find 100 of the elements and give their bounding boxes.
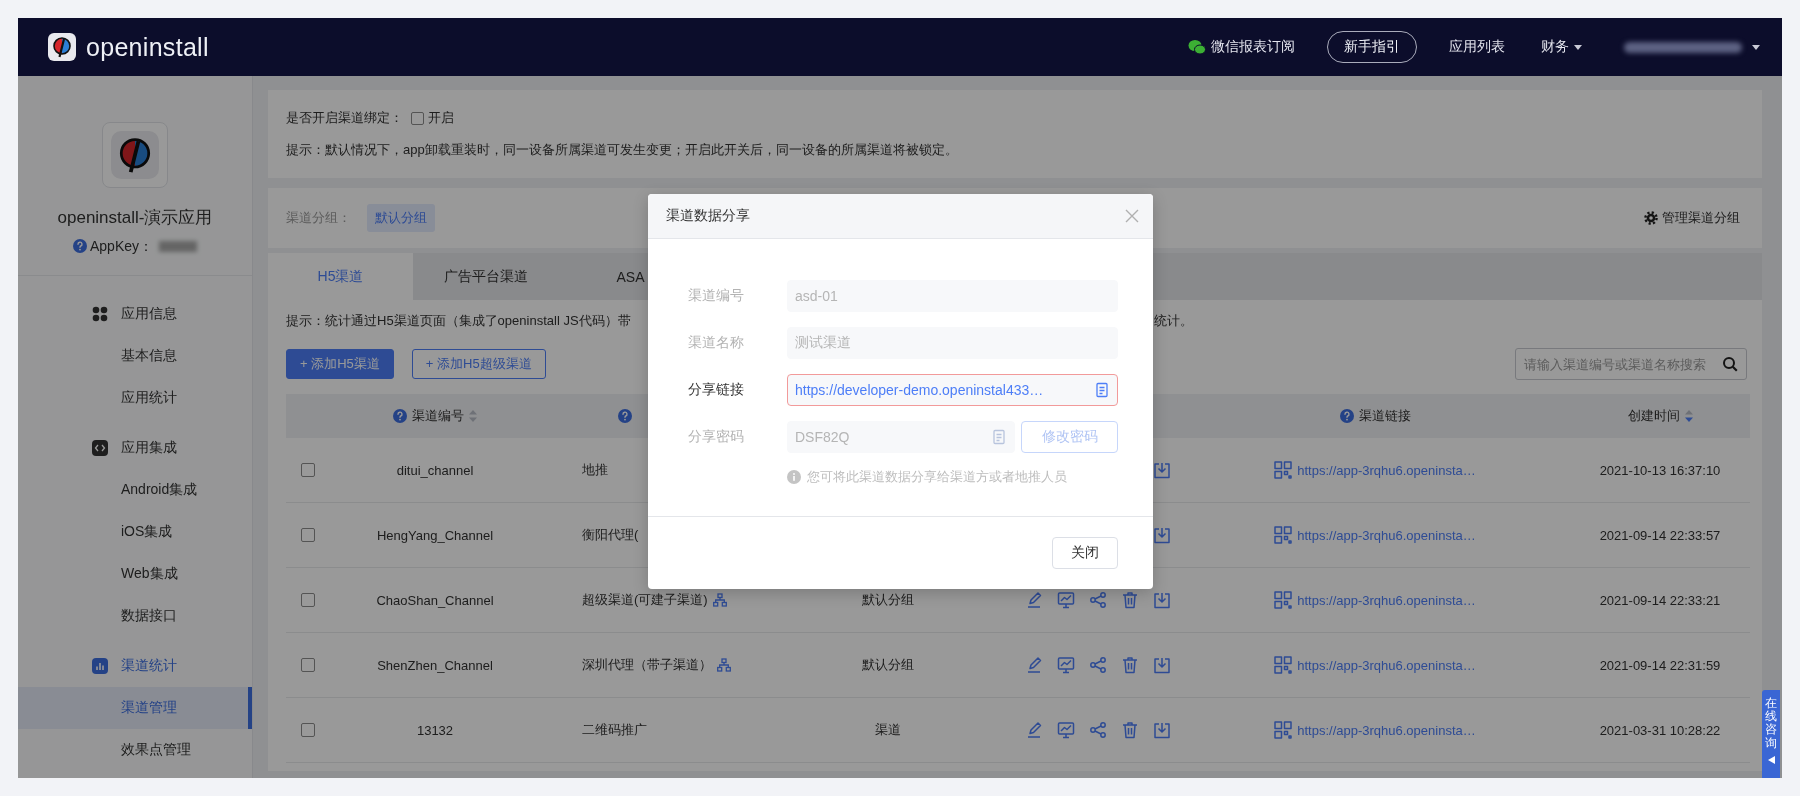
help-icon[interactable] [1339,409,1354,423]
channel-name: 超级渠道(可建子渠道) [582,591,708,609]
caret-icon[interactable] [1752,44,1760,50]
download-icon[interactable] [1153,721,1171,739]
bar-chart-icon [92,658,108,674]
download-icon[interactable] [1153,526,1171,544]
hint-text: 提示：统计通过H5渠道页面（集成了openinstall JS代码）带 [286,312,632,330]
field-label: 渠道编号 [688,287,745,305]
channel-link[interactable]: https://app-3rqhu6.openinsta… [1297,722,1476,738]
binding-hint: 提示：默认情况下，app卸载重装时，同一设备所属渠道可发生变更；开启此开关后，同一设备的所属渠道将被锁定。 [286,141,959,159]
download-icon[interactable] [1153,656,1171,674]
help-icon[interactable] [393,409,407,423]
chart-icon[interactable] [1057,721,1075,739]
qr-code-icon[interactable] [1274,656,1293,674]
copy-icon[interactable] [1094,382,1110,398]
gear-icon [1644,211,1658,225]
blurred-text [159,240,197,252]
wechat-report-link[interactable]: 微信报表订阅 [1188,38,1295,56]
created-time: 2021-09-14 22:33:57 [1599,527,1721,543]
menu-item[interactable]: 渠道管理 [18,687,252,729]
add-channel-button[interactable]: + 添加H5渠道 [286,349,394,379]
group-tag[interactable]: 默认分组 [367,204,435,232]
channel-group: 默认分组 [862,656,914,674]
qr-code-icon[interactable] [1274,461,1293,479]
field-label: 分享密码 [688,428,745,446]
menu-item[interactable]: Web集成 [18,553,252,595]
created-time: 2021-03-31 10:28:22 [1599,722,1721,738]
checkbox[interactable] [411,111,424,125]
copy-icon[interactable] [991,429,1007,445]
row-checkbox[interactable] [301,723,315,737]
checkbox-label: 开启 [428,109,454,127]
app-logo-icon [111,131,159,179]
trash-icon[interactable] [1121,721,1139,739]
logo-text: openinstall [86,32,209,62]
download-icon[interactable] [1153,461,1171,479]
manage-groups-link[interactable]: 管理渠道分组 [1644,209,1740,227]
info-icon [787,470,801,484]
menu-group-title[interactable]: 渠道统计 [18,645,252,687]
created-time: 2021-09-14 22:31:59 [1599,657,1721,673]
hierarchy-icon[interactable] [717,658,731,672]
channel-id: ditui_channel [396,462,474,478]
menu-group-title[interactable]: 应用信息 [18,293,252,335]
channel-name: 地推 [582,461,608,479]
search-icon[interactable] [1722,356,1738,372]
add-super-channel-button[interactable]: + 添加H5超级渠道 [411,349,546,379]
menu-item[interactable]: 效果点管理 [18,729,252,771]
menu-item[interactable]: 数据接口 [18,595,252,637]
chart-icon[interactable] [1057,591,1075,609]
chart-icon[interactable] [1057,656,1075,674]
trash-icon[interactable] [1121,656,1139,674]
menu-item[interactable]: iOS集成 [18,511,252,553]
menu-item[interactable]: 应用统计 [18,377,252,419]
row-checkbox[interactable] [301,463,315,477]
app-name: openinstall-演示应用 [57,208,213,228]
close-icon[interactable] [1125,209,1139,223]
menu-item[interactable]: 基本信息 [18,335,252,377]
channel-id: HengYang_Channel [376,527,494,543]
help-icon[interactable] [618,409,632,423]
tab[interactable]: H5渠道 [268,253,413,300]
edit-icon[interactable] [1025,656,1043,674]
channel-link[interactable]: https://app-3rqhu6.openinsta… [1297,657,1476,673]
channel-link[interactable]: https://app-3rqhu6.openinsta… [1297,592,1476,608]
modal-title: 渠道数据分享 [666,207,750,225]
code-icon [92,440,108,456]
finance-dropdown[interactable]: 财务 [1541,38,1582,56]
online-consult-tab[interactable]: 在线咨询 [1762,690,1780,778]
edit-icon[interactable] [1025,721,1043,739]
field-label: 分享链接 [688,381,745,399]
hierarchy-icon[interactable] [712,593,727,607]
share-icon[interactable] [1089,721,1107,739]
triangle-icon [1767,755,1775,764]
qr-code-icon[interactable] [1274,721,1293,739]
menu-group-title[interactable]: 应用集成 [18,427,252,469]
qr-code-icon[interactable] [1274,526,1293,544]
channel-group: 渠道 [875,721,901,739]
download-icon[interactable] [1153,591,1171,609]
sort-icon[interactable] [1684,410,1693,422]
caret-icon [1574,44,1582,50]
row-checkbox[interactable] [301,593,315,607]
trash-icon[interactable] [1121,591,1139,609]
group-label: 渠道分组： [286,209,351,227]
sort-icon[interactable] [469,410,477,422]
channel-link[interactable]: https://app-3rqhu6.openinsta… [1297,462,1476,478]
channel-name: 二维码推广 [582,721,647,739]
channel-link[interactable]: https://app-3rqhu6.openinsta… [1297,527,1476,543]
share-link-field[interactable]: https://developer-demo.openinstal433… [787,374,1118,406]
close-button[interactable]: 关闭 [1052,537,1118,569]
row-checkbox[interactable] [301,528,315,542]
share-icon[interactable] [1089,656,1107,674]
share-icon[interactable] [1089,591,1107,609]
app-list-link[interactable]: 应用列表 [1449,38,1505,56]
tab[interactable]: 广告平台渠道 [413,253,558,300]
created-time: 2021-10-13 16:37:10 [1599,462,1721,478]
row-checkbox[interactable] [301,658,315,672]
qr-code-icon[interactable] [1274,591,1293,609]
menu-item[interactable]: Android集成 [18,469,252,511]
app-logo-icon [48,33,76,61]
edit-icon[interactable] [1025,591,1043,609]
binding-label: 是否开启渠道绑定： [286,109,403,127]
appkey-label: AppKey： [89,238,153,254]
